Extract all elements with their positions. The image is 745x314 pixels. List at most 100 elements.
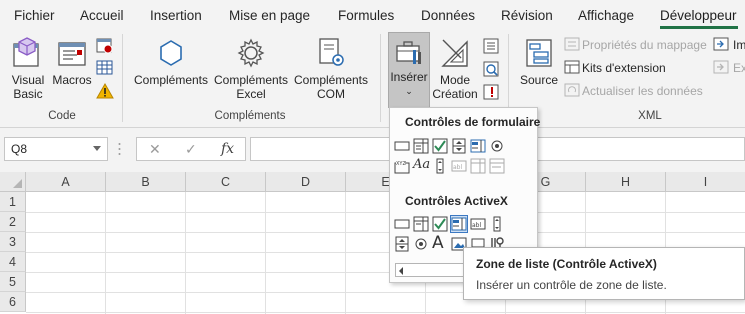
map-properties-icon [564,37,580,51]
combo-box-control-icon[interactable] [413,138,429,154]
group-separator [380,34,381,122]
list-box-control-icon[interactable] [470,138,486,154]
column-header-b[interactable]: B [106,172,186,192]
activex-list-box-icon[interactable] [450,215,468,233]
active-tab-indicator [660,26,738,29]
activex-option-button-icon[interactable] [413,236,429,252]
visual-basic-button[interactable]: Visual Basic [8,36,48,101]
form-controls-heading: Contrôles de formulaire [405,115,541,129]
visual-basic-icon [13,37,39,67]
tab-developpeur[interactable]: Développeur [660,8,737,23]
group-box-control-icon[interactable]: XYZ [394,158,410,174]
record-macro-icon[interactable] [96,38,114,54]
row-header-1[interactable]: 1 [0,192,26,212]
properties-icon[interactable] [483,38,499,54]
inserer-label: Insérer [390,70,428,84]
complements-excel-label-line1: Compléments [213,73,289,87]
tooltip-title: Zone de liste (Contrôle ActiveX) [476,257,657,271]
menu-tab-bar: Fichier Accueil Insertion Mise en page F… [0,0,745,30]
confirm-check-icon[interactable]: ✓ [185,141,197,158]
tab-fichier[interactable]: Fichier [14,8,55,23]
row-header-2[interactable]: 2 [0,212,26,232]
row-header-6[interactable]: 6 [0,292,26,312]
select-all-button[interactable] [0,172,26,192]
toolbox-icon [396,41,421,64]
column-header-h[interactable]: H [586,172,666,192]
label-control-icon[interactable]: Aa [413,157,431,173]
gridline [105,192,106,314]
resize-grip-icon[interactable] [118,142,121,156]
mode-creation-button[interactable]: Mode Création [432,36,478,101]
chevron-down-icon: ⌄ [405,86,413,96]
macros-label: Macros [52,73,92,87]
column-header-i[interactable]: I [666,172,745,192]
view-code-icon[interactable] [483,61,499,77]
column-header-a[interactable]: A [26,172,106,192]
exporter-button: Ex [733,61,745,75]
row-header-4[interactable]: 4 [0,252,26,272]
macros-button[interactable]: Macros [52,36,92,87]
cancel-icon[interactable]: ✕ [149,141,161,158]
button-control-icon[interactable] [394,138,410,154]
chevron-down-icon[interactable] [93,146,101,151]
proprietes-du-mappage-button: Propriétés du mappage [582,38,707,52]
activex-checkbox-icon[interactable] [432,216,448,232]
checkbox-control-icon[interactable] [432,138,448,154]
option-button-control-icon[interactable] [489,138,505,154]
tooltip-body: Insérer un contrôle de zone de liste. [476,278,667,292]
activex-label-icon[interactable]: A [432,233,450,253]
tab-donnees[interactable]: Données [421,8,475,23]
gridline [26,212,745,213]
source-button[interactable]: Source [517,36,561,87]
row-header-5[interactable]: 5 [0,272,26,292]
gear-icon [237,38,265,68]
scroll-left-arrow-icon[interactable] [399,267,403,275]
row-header-3[interactable]: 3 [0,232,26,252]
activex-text-box-icon[interactable]: abl [470,216,486,232]
macros-icon [58,42,86,66]
source-label: Source [519,73,559,87]
mode-creation-label-line2: Création [432,87,478,101]
group-label-xml: XML [638,110,662,122]
activex-command-button-icon[interactable] [394,216,410,232]
scroll-bar-control-icon[interactable] [432,158,448,174]
importer-button[interactable]: Im [733,38,745,52]
column-header-c[interactable]: C [186,172,266,192]
svg-text:abl: abl [472,222,481,229]
tab-insertion[interactable]: Insertion [150,8,202,23]
column-header-d[interactable]: D [266,172,346,192]
com-add-ins-icon [319,38,344,66]
visual-basic-label-line1: Visual [11,73,45,87]
activex-spin-button-icon[interactable] [394,236,410,252]
tab-affichage[interactable]: Affichage [578,8,634,23]
name-box-value: Q8 [11,142,28,156]
activex-controls-heading: Contrôles ActiveX [405,194,508,208]
complements-com-button[interactable]: Compléments COM [292,36,370,101]
add-ins-hexagon-icon [160,40,182,66]
name-box[interactable]: Q8 [4,137,108,161]
complements-excel-button[interactable]: Compléments Excel [212,36,290,101]
complements-excel-label-line2: Excel [236,87,266,101]
macro-security-warning-icon[interactable] [96,83,114,99]
tab-accueil[interactable]: Accueil [80,8,124,23]
tab-revision[interactable]: Révision [501,8,553,23]
tab-formules[interactable]: Formules [338,8,394,23]
tab-mise-en-page[interactable]: Mise en page [229,8,310,23]
activex-scroll-bar-icon[interactable] [489,216,505,232]
svg-text:XYZ: XYZ [396,161,406,167]
complements-com-label-line1: Compléments [293,73,369,87]
formula-buttons: ✕ ✓ fx [136,137,246,161]
gridline [265,192,266,314]
activex-combo-box-icon[interactable] [413,216,429,232]
group-label-code: Code [48,110,76,122]
relative-references-icon[interactable] [96,60,114,76]
formula-bar: Q8 ✕ ✓ fx [0,128,745,172]
inserer-button[interactable]: Insérer ⌄ [388,32,430,108]
insert-function-icon[interactable]: fx [221,141,234,157]
kits-extension-button[interactable]: Kits d'extension [582,61,666,75]
svg-text:abl: abl [453,164,462,171]
complements-button[interactable]: Compléments [132,36,210,87]
spin-button-control-icon[interactable] [451,138,467,154]
group-separator [122,34,123,122]
run-dialog-icon[interactable] [483,84,499,100]
